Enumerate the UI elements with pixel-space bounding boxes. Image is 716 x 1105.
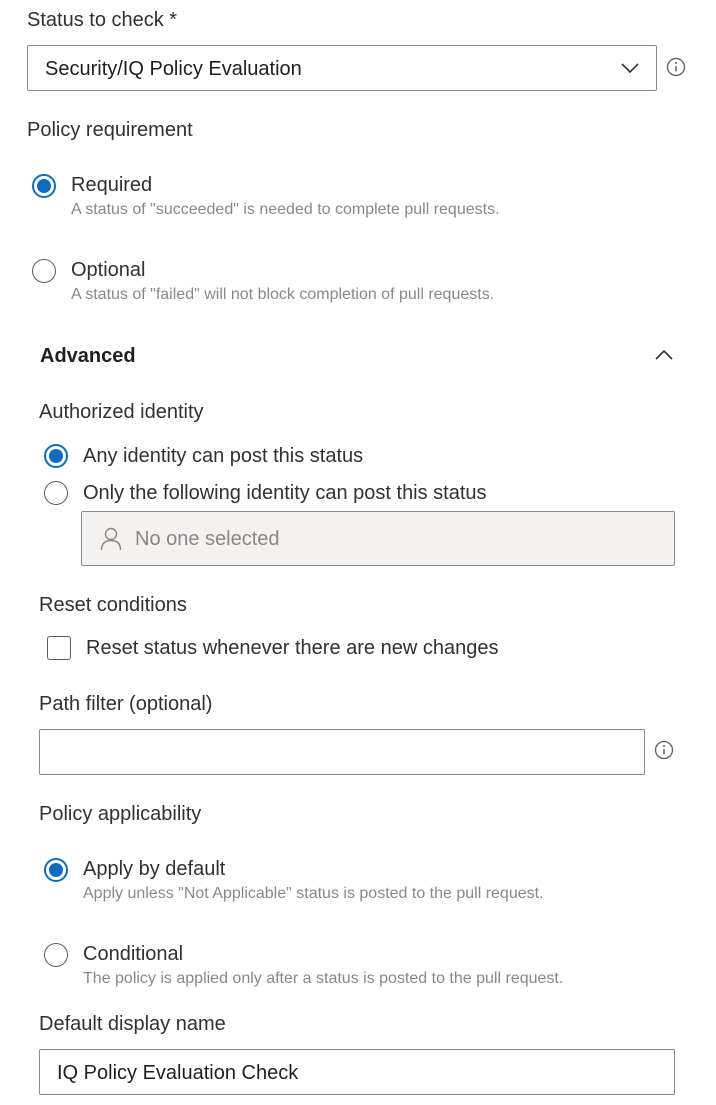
chevron-down-icon <box>621 63 639 74</box>
conditional-description: The policy is applied only after a statu… <box>83 970 564 987</box>
policy-applicability-label: Policy applicability <box>39 803 202 825</box>
identity-picker[interactable]: No one selected <box>81 511 675 566</box>
apply-by-default-description: Apply unless "Not Applicable" status is … <box>83 885 544 902</box>
policy-requirement-label: Policy requirement <box>27 119 193 141</box>
status-to-check-value: Security/IQ Policy Evaluation <box>45 58 302 80</box>
reset-status-checkbox[interactable] <box>47 636 71 660</box>
any-identity-option-label[interactable]: Any identity can post this status <box>83 445 363 468</box>
specific-identity-radio[interactable] <box>44 481 68 505</box>
path-filter-label: Path filter (optional) <box>39 693 213 715</box>
authorized-identity-label: Authorized identity <box>39 401 204 423</box>
required-option-description: A status of "succeeded" is needed to com… <box>71 201 500 218</box>
path-filter-input[interactable] <box>39 729 645 775</box>
status-to-check-dropdown[interactable]: Security/IQ Policy Evaluation <box>27 45 657 91</box>
reset-conditions-label: Reset conditions <box>39 594 187 616</box>
default-display-name-input[interactable]: IQ Policy Evaluation Check <box>39 1049 675 1095</box>
info-icon[interactable] <box>654 740 674 760</box>
apply-by-default-radio[interactable] <box>44 858 68 882</box>
required-option-label[interactable]: Required <box>71 174 152 197</box>
chevron-up-icon[interactable] <box>654 348 674 362</box>
optional-radio[interactable] <box>32 259 56 283</box>
info-icon[interactable] <box>666 57 686 77</box>
advanced-section-title[interactable]: Advanced <box>40 345 136 368</box>
identity-placeholder: No one selected <box>135 528 280 550</box>
any-identity-radio[interactable] <box>44 444 68 468</box>
status-to-check-label: Status to check * <box>27 9 178 31</box>
reset-status-checkbox-label[interactable]: Reset status whenever there are new chan… <box>86 637 498 660</box>
conditional-radio[interactable] <box>44 943 68 967</box>
apply-by-default-option-label[interactable]: Apply by default <box>83 858 225 881</box>
specific-identity-option-label[interactable]: Only the following identity can post thi… <box>83 482 487 505</box>
person-icon <box>100 527 122 551</box>
optional-option-description: A status of "failed" will not block comp… <box>71 286 495 303</box>
conditional-option-label[interactable]: Conditional <box>83 943 183 966</box>
required-radio[interactable] <box>32 174 56 198</box>
default-display-name-value: IQ Policy Evaluation Check <box>57 1062 299 1084</box>
optional-option-label[interactable]: Optional <box>71 259 146 282</box>
default-display-name-label: Default display name <box>39 1013 226 1035</box>
